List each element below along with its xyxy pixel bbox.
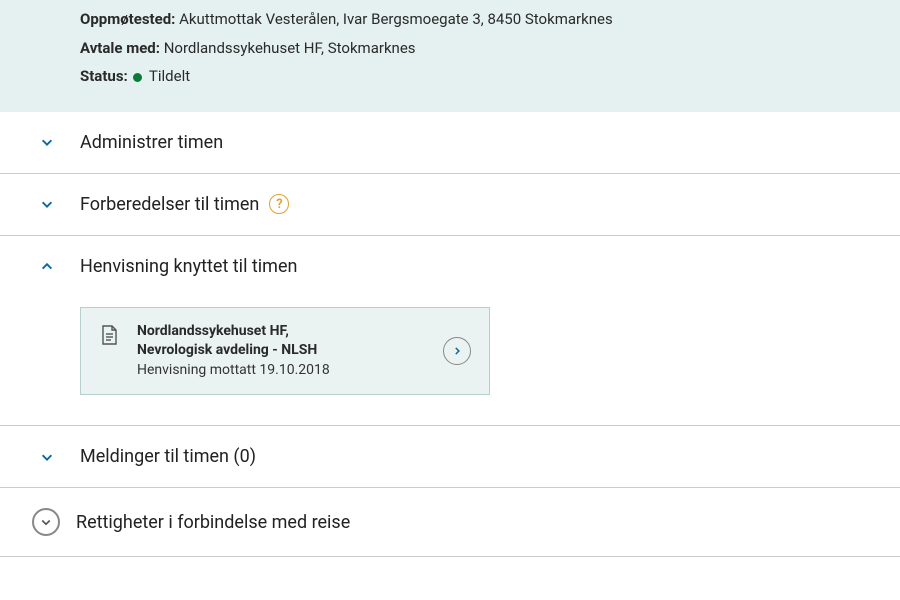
accordion-header-messages[interactable]: Meldinger til timen (0) [0,426,900,487]
status-value: Tildelt [149,67,190,85]
chevron-down-icon [40,450,54,464]
status-dot-icon [133,73,142,82]
status-label: Status: [80,67,128,85]
accordion-header-rights[interactable]: Rettigheter i forbindelse med reise [0,488,900,556]
referral-meta: Henvisning mottatt 19.10.2018 [137,361,429,381]
referral-title: Nordlandssykehuset HF, [137,322,429,342]
agreement-value: Nordlandssykehuset HF, Stokmarknes [164,39,416,57]
accordion-messages: Meldinger til timen (0) [0,426,900,488]
appointment-info-panel: Oppmøtested: Akuttmottak Vesterålen, Iva… [0,0,900,112]
accordion-title: Rettigheter i forbindelse med reise [76,512,350,533]
referral-card[interactable]: Nordlandssykehuset HF, Nevrologisk avdel… [80,307,490,396]
accordion-title: Henvisning knyttet til timen [80,256,297,277]
accordion-content-referral: Nordlandssykehuset HF, Nevrologisk avdel… [0,297,900,426]
chevron-right-icon [452,346,462,356]
accordion-list: Administrer timen Forberedelser til time… [0,112,900,558]
card-arrow-button[interactable] [443,337,471,365]
accordion-rights: Rettigheter i forbindelse med reise [0,488,900,557]
help-icon[interactable]: ? [269,194,289,214]
chevron-down-icon [40,516,52,528]
chevron-up-icon [40,259,54,273]
accordion-referral: Henvisning knyttet til timen Nordlandssy… [0,236,900,427]
agreement-label: Avtale med: [80,39,160,57]
info-row-agreement: Avtale med: Nordlandssykehuset HF, Stokm… [80,37,860,60]
document-icon [99,324,119,346]
accordion-preparations: Forberedelser til timen ? [0,174,900,236]
chevron-circle [32,508,60,536]
referral-subtitle: Nevrologisk avdeling - NLSH [137,341,429,361]
accordion-header-preparations[interactable]: Forberedelser til timen ? [0,174,900,235]
info-row-status: Status: Tildelt [80,65,860,88]
accordion-header-administer[interactable]: Administrer timen [0,112,900,173]
accordion-title: Administrer timen [80,132,223,153]
accordion-header-referral[interactable]: Henvisning knyttet til timen [0,236,900,297]
accordion-title: Meldinger til timen (0) [80,446,256,467]
accordion-title: Forberedelser til timen [80,194,259,215]
info-row-location: Oppmøtested: Akuttmottak Vesterålen, Iva… [80,8,860,31]
referral-text: Nordlandssykehuset HF, Nevrologisk avdel… [137,322,429,381]
location-value: Akuttmottak Vesterålen, Ivar Bergsmoegat… [179,10,613,28]
location-label: Oppmøtested: [80,10,175,28]
accordion-administer: Administrer timen [0,112,900,174]
chevron-down-icon [40,197,54,211]
chevron-down-icon [40,135,54,149]
